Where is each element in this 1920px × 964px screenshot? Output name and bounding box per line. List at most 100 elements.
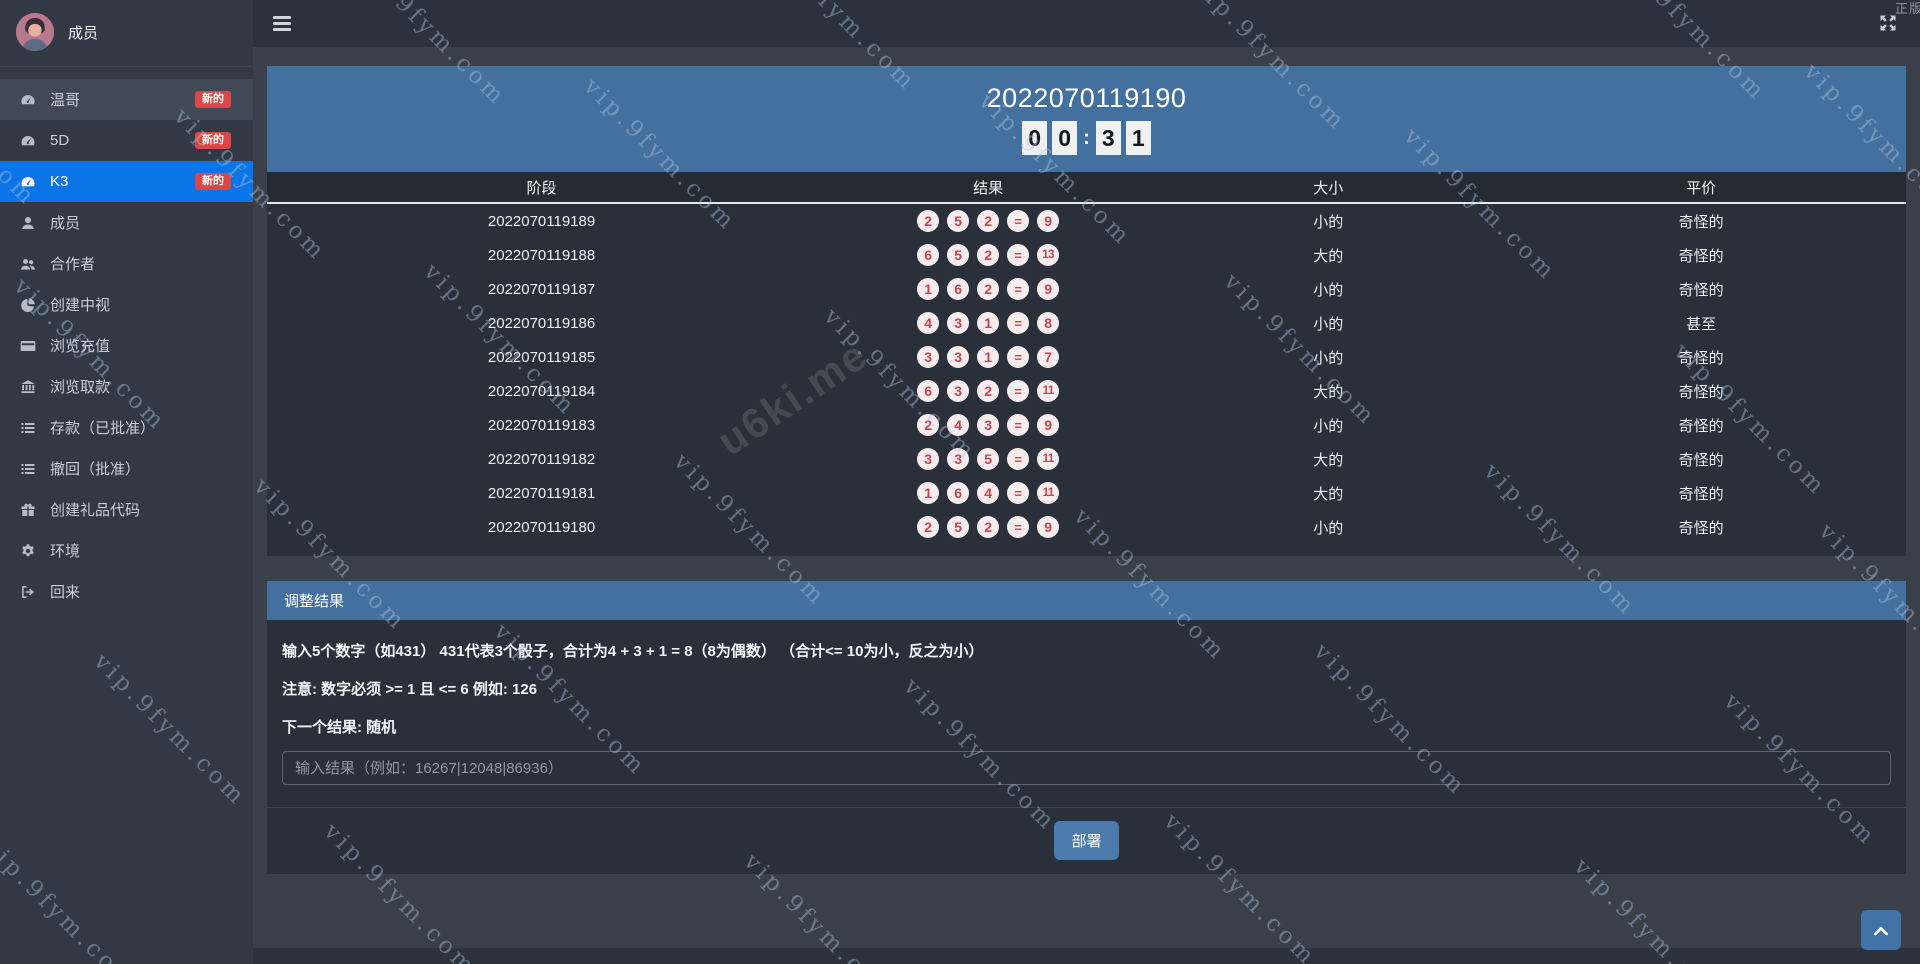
row-period: 2022070119186 xyxy=(487,314,596,332)
row-size: 大的 xyxy=(1313,383,1344,401)
sum-value: 9 xyxy=(1037,278,1060,300)
sidebar-item-browse-withdraw[interactable]: 浏览取款 xyxy=(0,366,253,407)
adjust-panel-title: 调整结果 xyxy=(267,581,1906,620)
card-icon xyxy=(19,338,37,354)
sidebar-item-member[interactable]: 成员 xyxy=(0,202,253,243)
users-icon xyxy=(19,256,37,272)
equals-sign: = xyxy=(1007,482,1030,504)
row-result: 1 6 2 = 9 xyxy=(816,278,1160,300)
user-avatar xyxy=(16,13,54,51)
col-result: 结果 xyxy=(973,179,1004,197)
sidebar-menu: 温哥 新的 5D 新的 K3 新的 成员 合作者 创建中视 浏览充值 浏览取款 存款（已批准） 撤回（批… xyxy=(0,79,253,612)
sum-value: 9 xyxy=(1037,210,1060,232)
scroll-to-top-button[interactable] xyxy=(1861,910,1901,950)
dice-value: 4 xyxy=(917,312,940,334)
sidebar-item-wenge[interactable]: 温哥 新的 xyxy=(0,79,253,120)
sum-value: 11 xyxy=(1037,482,1060,504)
new-badge: 新的 xyxy=(195,132,231,149)
adjust-panel-footer: 部署 xyxy=(267,807,1906,874)
table-row: 2022070119181 1 6 4 = 11 大的 奇怪的 xyxy=(267,476,1906,510)
row-result: 2 4 3 = 9 xyxy=(816,414,1160,436)
menu-toggle-icon[interactable] xyxy=(273,16,291,31)
dice-value: 2 xyxy=(977,244,1000,266)
sidebar-item-withdraw-approved[interactable]: 撤回（批准） xyxy=(0,448,253,489)
dice-value: 5 xyxy=(947,516,970,538)
sidebar-item-browse-recharge[interactable]: 浏览充值 xyxy=(0,325,253,366)
row-parity: 奇怪的 xyxy=(1678,349,1724,367)
dice-value: 1 xyxy=(917,278,940,300)
sidebar-item-gift-code[interactable]: 创建礼品代码 xyxy=(0,489,253,530)
row-size: 小的 xyxy=(1313,281,1344,299)
results-table-header: 阶段 结果 大小 平价 xyxy=(267,172,1906,204)
row-size: 小的 xyxy=(1313,417,1344,435)
sidebar-item-label: 创建中视 xyxy=(50,297,111,314)
row-size: 大的 xyxy=(1313,247,1344,265)
sum-value: 13 xyxy=(1037,244,1060,266)
dice-value: 3 xyxy=(917,448,940,470)
sidebar-item-back[interactable]: 回来 xyxy=(0,571,253,612)
row-parity: 甚至 xyxy=(1686,315,1717,333)
row-size: 小的 xyxy=(1313,349,1344,367)
dice-value: 4 xyxy=(977,482,1000,504)
sidebar-item-label: 浏览取款 xyxy=(50,379,111,396)
sidebar-item-5d[interactable]: 5D 新的 xyxy=(0,120,253,161)
dice-value: 6 xyxy=(947,482,970,504)
row-size: 大的 xyxy=(1313,451,1344,469)
chevron-up-icon xyxy=(1874,926,1888,936)
row-period: 2022070119188 xyxy=(487,246,596,264)
dice-value: 3 xyxy=(947,448,970,470)
equals-sign: = xyxy=(1007,278,1030,300)
countdown-separator: : xyxy=(1083,126,1090,149)
tachometer-icon xyxy=(19,133,37,149)
tachometer-icon xyxy=(19,92,37,108)
result-input[interactable] xyxy=(282,751,1891,785)
sidebar-item-label: 存款（已批准） xyxy=(50,420,156,437)
table-row: 2022070119187 1 6 2 = 9 小的 奇怪的 xyxy=(267,272,1906,306)
dice-value: 3 xyxy=(947,346,970,368)
sum-value: 11 xyxy=(1037,448,1060,470)
sum-value: 7 xyxy=(1037,346,1060,368)
row-result: 6 3 2 = 11 xyxy=(816,380,1160,402)
next-result-line: 下一个结果: 随机 xyxy=(282,719,397,736)
row-parity: 奇怪的 xyxy=(1678,281,1724,299)
table-row: 2022070119189 2 5 2 = 9 小的 奇怪的 xyxy=(267,204,1906,238)
dice-value: 2 xyxy=(917,210,940,232)
list-icon xyxy=(19,420,37,436)
table-row: 2022070119186 4 3 1 = 8 小的 甚至 xyxy=(267,306,1906,340)
sidebar-item-label: 温哥 xyxy=(50,92,81,109)
equals-sign: = xyxy=(1007,448,1030,470)
current-draw-header: 2022070119190 00:31 xyxy=(267,66,1906,172)
corner-tag: 正版 xyxy=(1894,1,1920,16)
dice-value: 2 xyxy=(977,380,1000,402)
row-size: 小的 xyxy=(1313,315,1344,333)
table-row: 2022070119185 3 3 1 = 7 小的 奇怪的 xyxy=(267,340,1906,374)
sidebar-item-label: 环境 xyxy=(50,543,81,560)
topbar: 正版 xyxy=(253,0,1920,47)
sum-value: 9 xyxy=(1037,414,1060,436)
countdown-digit: 1 xyxy=(1125,121,1151,155)
row-parity: 奇怪的 xyxy=(1678,417,1724,435)
row-period: 2022070119183 xyxy=(487,416,596,434)
sidebar-item-partner[interactable]: 合作者 xyxy=(0,243,253,284)
instruction-line-2: 注意: 数字必须 >= 1 且 <= 6 例如: 126 xyxy=(282,681,538,698)
adjust-panel-body: 输入5个数字（如431） 431代表3个骰子，合计为4 + 3 + 1 = 8（… xyxy=(267,620,1906,807)
dice-value: 2 xyxy=(977,278,1000,300)
draw-results-panel: 2022070119190 00:31 阶段 结果 大小 平价 20220701… xyxy=(267,66,1906,556)
dice-value: 1 xyxy=(977,346,1000,368)
pie-icon xyxy=(19,297,37,313)
deploy-button[interactable]: 部署 xyxy=(1054,821,1119,860)
table-row: 2022070119184 6 3 2 = 11 大的 奇怪的 xyxy=(267,374,1906,408)
sidebar-item-environment[interactable]: 环境 xyxy=(0,530,253,571)
row-period: 2022070119180 xyxy=(487,518,596,536)
row-result: 6 5 2 = 13 xyxy=(816,244,1160,266)
dice-value: 2 xyxy=(917,516,940,538)
sidebar-item-label: 撤回（批准） xyxy=(50,461,141,478)
row-parity: 奇怪的 xyxy=(1678,213,1724,231)
equals-sign: = xyxy=(1007,346,1030,368)
dice-value: 6 xyxy=(917,244,940,266)
sidebar-item-create-view[interactable]: 创建中视 xyxy=(0,284,253,325)
sidebar-item-deposit-approved[interactable]: 存款（已批准） xyxy=(0,407,253,448)
dice-value: 5 xyxy=(977,448,1000,470)
sidebar-item-k3[interactable]: K3 新的 xyxy=(0,161,253,202)
adjust-result-panel: 调整结果 输入5个数字（如431） 431代表3个骰子，合计为4 + 3 + 1… xyxy=(267,581,1906,874)
